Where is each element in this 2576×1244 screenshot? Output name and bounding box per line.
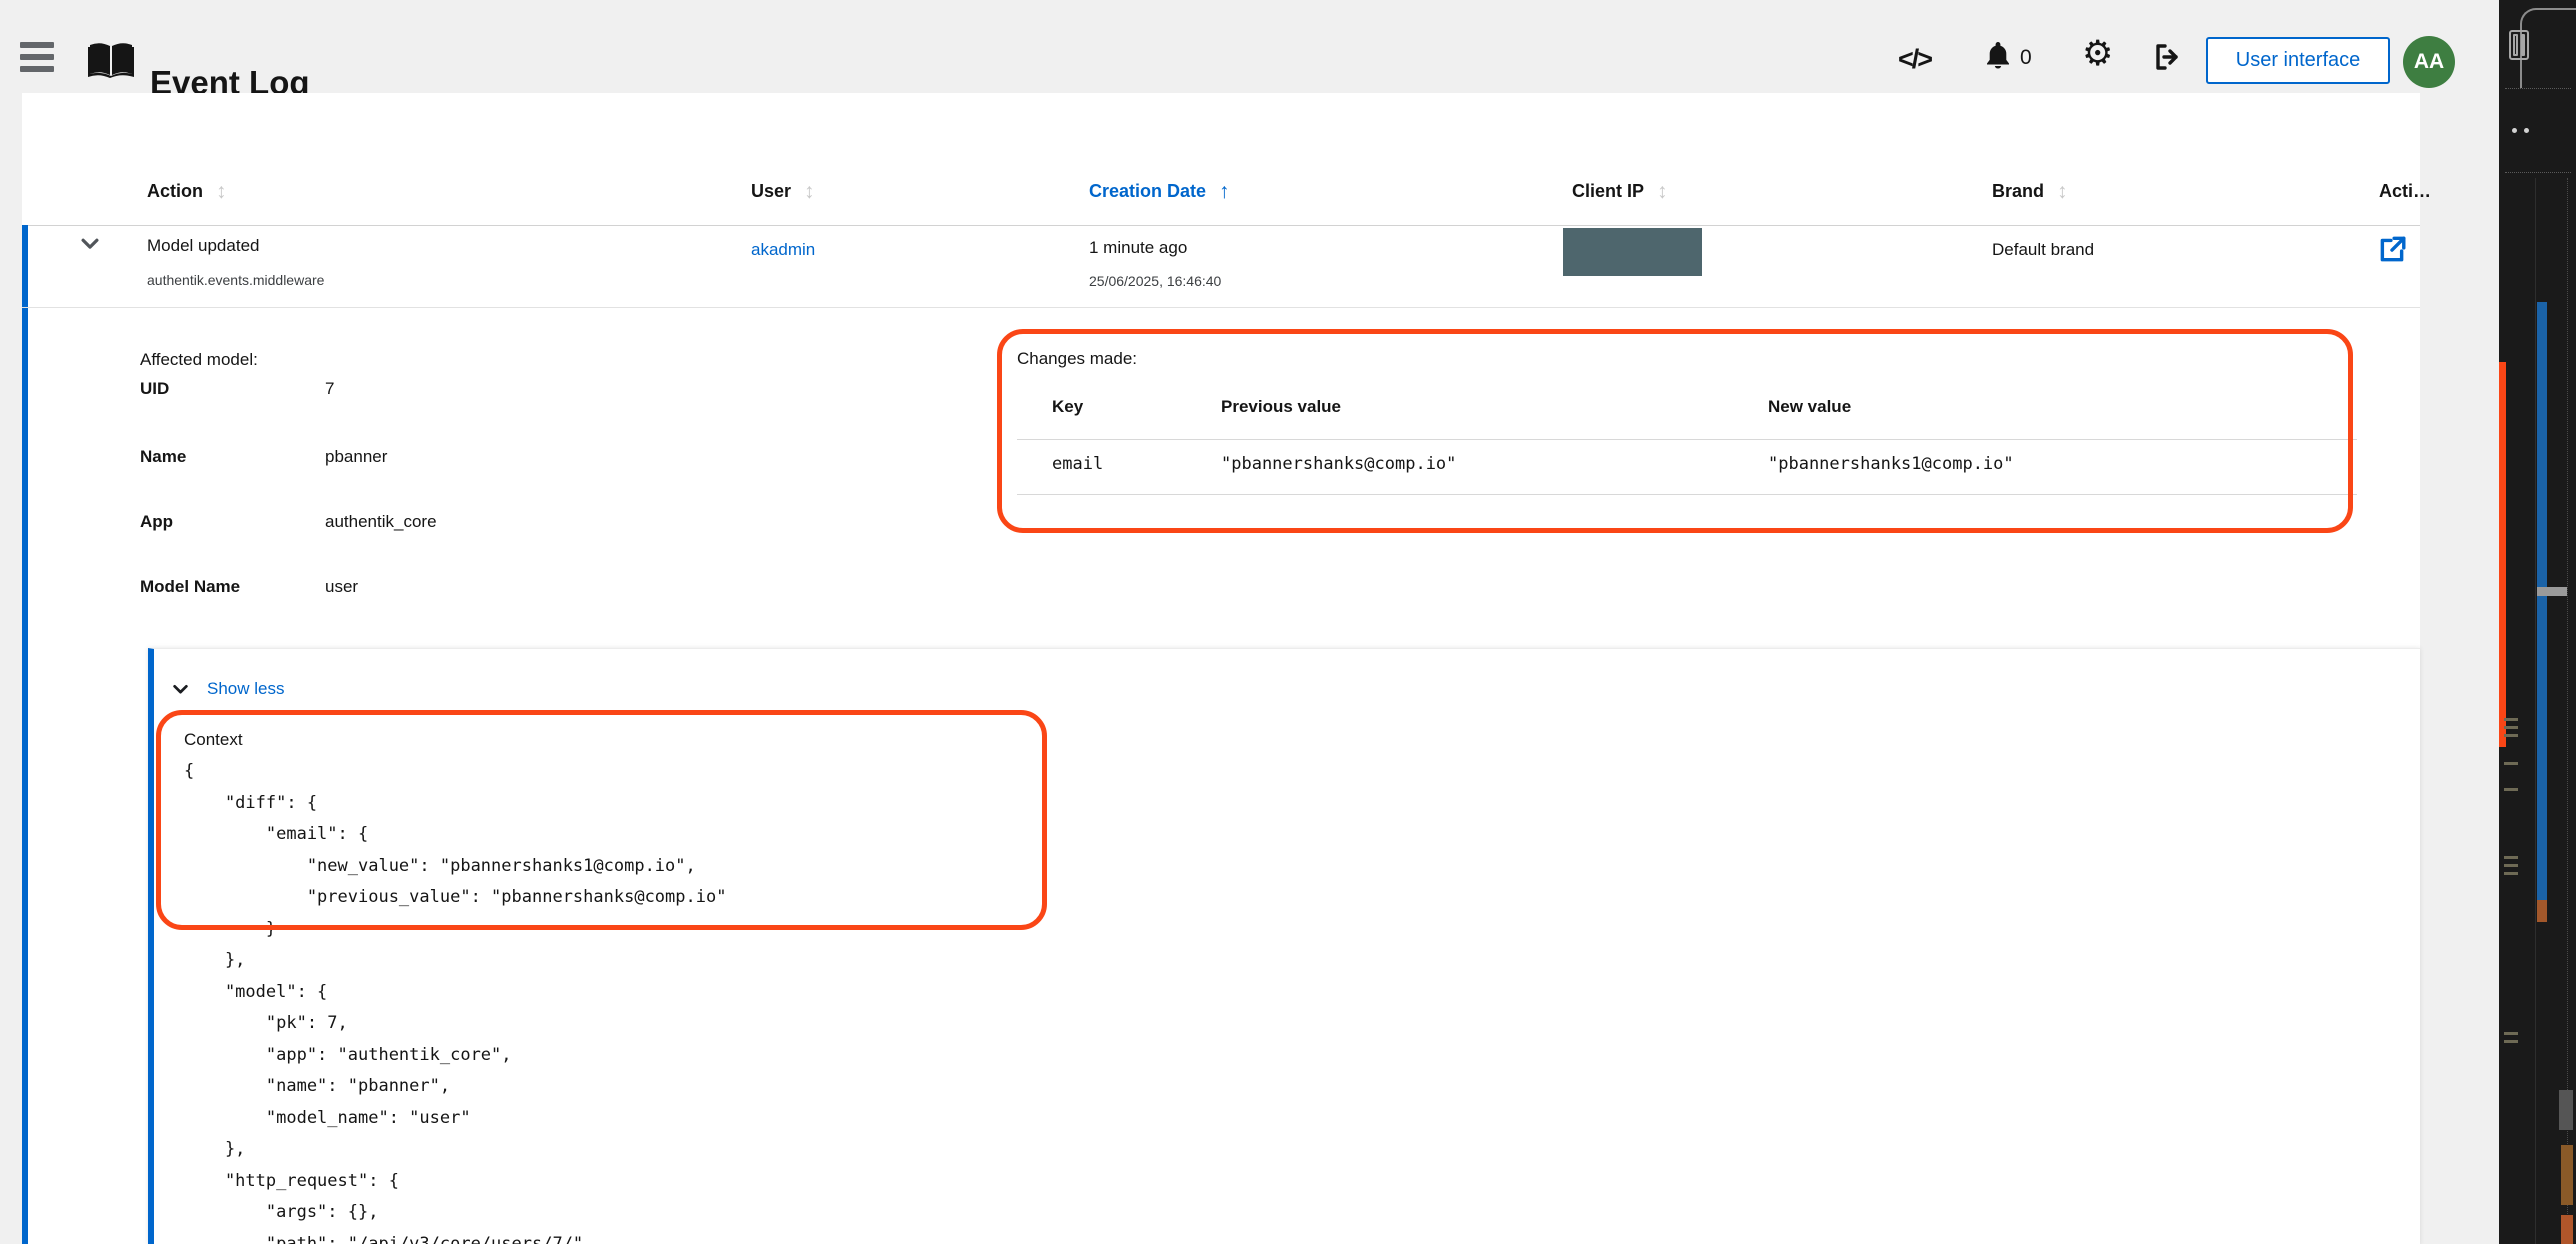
changes-col-key: Key (1052, 397, 1083, 417)
minimap-texture (2504, 762, 2518, 765)
user-interface-button[interactable]: User interface (2206, 37, 2390, 84)
expanded-row-indicator (22, 225, 28, 1244)
context-code-block: { "diff": { "email": { "new_value": "pba… (184, 756, 726, 1244)
event-context-panel: Show less Context { "diff": { "email": {… (148, 648, 2420, 1244)
field-label: Model Name (140, 577, 240, 597)
minimap-texture (2504, 726, 2518, 729)
minimap-texture (2504, 1040, 2518, 1043)
sign-out-icon[interactable] (2152, 42, 2182, 77)
event-user-link[interactable]: akadmin (751, 240, 815, 260)
sort-icon: ↕ (216, 183, 227, 201)
chevron-down-icon (172, 681, 189, 698)
minimap-marker (2537, 900, 2547, 922)
minimap-texture (2504, 856, 2518, 859)
minimap-texture (2504, 788, 2518, 791)
column-header-actions: Acti… (2379, 181, 2431, 202)
changes-col-new: New value (1768, 397, 1851, 417)
divider (2567, 178, 2569, 1244)
field-value: user (325, 577, 358, 597)
client-ip-redaction-box (1563, 228, 1702, 276)
chevron-down-icon (80, 234, 100, 254)
minimap-texture (2504, 872, 2518, 875)
share-square-icon (2377, 234, 2407, 264)
minimap-texture (2559, 1090, 2573, 1130)
changes-previous-value: "pbannershanks@comp.io" (1221, 454, 1456, 474)
divider (22, 307, 2420, 308)
column-header-action[interactable]: Action ↕ (147, 181, 227, 202)
changes-key: email (1052, 454, 1103, 474)
minimap-accent-bar (2537, 302, 2547, 900)
dot-decoration (2512, 128, 2517, 133)
divider (22, 225, 2420, 226)
minimap-annotation-bar (2499, 362, 2506, 747)
api-browser-icon[interactable]: </> (1898, 44, 1931, 75)
event-app: authentik.events.middleware (147, 272, 324, 288)
minimap-texture (2504, 864, 2518, 867)
event-table-card: Action ↕ User ↕ Creation Date ↑ Client I… (22, 93, 2420, 1244)
show-less-label: Show less (207, 679, 284, 699)
notifications-button[interactable]: 0 (1985, 41, 2032, 74)
field-value: authentik_core (325, 512, 437, 532)
show-less-toggle[interactable]: Show less (172, 679, 284, 699)
event-created-absolute: 25/06/2025, 16:46:40 (1089, 273, 1221, 289)
sort-icon: ↕ (2057, 183, 2068, 201)
divider (2505, 88, 2571, 89)
changes-new-value: "pbannershanks1@comp.io" (1768, 454, 2014, 474)
field-label: UID (140, 379, 169, 399)
sort-ascending-icon: ↑ (1219, 183, 1230, 201)
menu-icon (20, 42, 54, 48)
field-label: Name (140, 447, 186, 467)
collapse-row-button[interactable] (80, 234, 100, 257)
field-value: 7 (325, 379, 334, 399)
minimap-texture (2561, 1145, 2573, 1205)
minimap-texture (2561, 1215, 2573, 1244)
adjacent-window-edge (2499, 0, 2576, 1244)
notification-count: 0 (2020, 46, 2032, 70)
annotation-box-changes (997, 329, 2353, 533)
divider (1017, 439, 2357, 440)
gear-icon[interactable]: ⚙ (2082, 36, 2113, 71)
context-code-title: Context (184, 730, 243, 750)
event-created-relative: 1 minute ago (1089, 238, 1187, 258)
event-action: Model updated (147, 236, 259, 256)
minimap-texture (2504, 718, 2518, 721)
field-label: App (140, 512, 173, 532)
changes-title: Changes made: (1017, 349, 1137, 369)
column-header-brand[interactable]: Brand ↕ (1992, 181, 2068, 202)
column-header-client-ip[interactable]: Client IP ↕ (1572, 181, 1668, 202)
scrollbar-thumb[interactable] (2537, 587, 2567, 596)
avatar[interactable]: AA (2403, 36, 2455, 88)
affected-model-label: Affected model: (140, 350, 258, 370)
dot-decoration (2524, 128, 2529, 133)
event-brand: Default brand (1992, 240, 2094, 260)
book-logo-icon (88, 42, 134, 80)
divider (2535, 178, 2536, 1244)
divider (1017, 494, 2357, 495)
divider (2505, 172, 2571, 173)
sort-icon: ↕ (1657, 183, 1668, 201)
column-header-creation-date[interactable]: Creation Date ↑ (1089, 181, 1230, 202)
field-value: pbanner (325, 447, 387, 467)
changes-col-previous: Previous value (1221, 397, 1341, 417)
masthead: Event Log </> 0 ⚙ User interface AA (0, 0, 2576, 93)
sidebar-toggle-button[interactable] (20, 40, 60, 80)
minimap-texture (2504, 734, 2518, 737)
app-window: Event Log </> 0 ⚙ User interface AA (0, 0, 2576, 1244)
columns-layout-icon (2509, 30, 2529, 60)
open-event-button[interactable] (2377, 234, 2407, 267)
bell-icon (1985, 41, 2011, 74)
column-header-user[interactable]: User ↕ (751, 181, 815, 202)
sort-icon: ↕ (804, 183, 815, 201)
minimap-texture (2504, 1032, 2518, 1035)
